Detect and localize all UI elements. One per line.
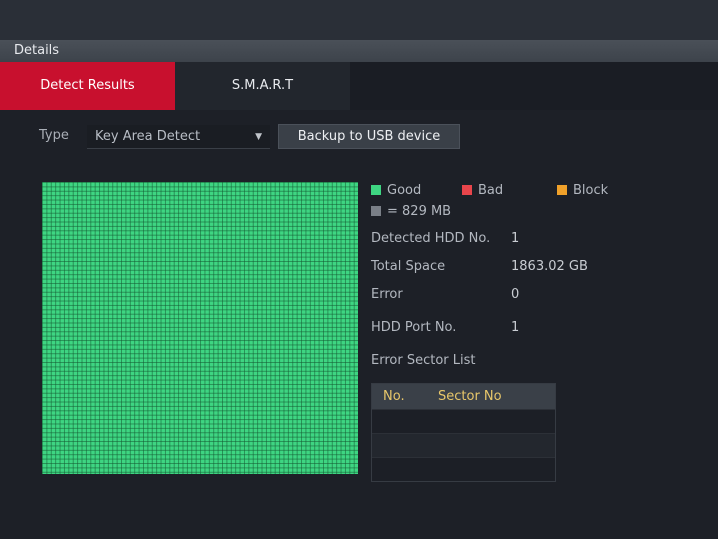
column-header-sector-no: Sector No — [438, 389, 502, 404]
top-strip — [0, 0, 718, 40]
table-row — [372, 433, 555, 457]
detected-hdd-value: 1 — [511, 231, 520, 246]
error-value: 0 — [511, 287, 520, 302]
chevron-down-icon: ▼ — [255, 132, 262, 142]
table-row — [372, 457, 555, 481]
good-swatch-icon — [371, 185, 381, 195]
total-space-value: 1863.02 GB — [511, 259, 588, 274]
legend-good-label: Good — [387, 183, 422, 198]
legend-unit-label: = 829 MB — [387, 204, 452, 219]
detected-hdd-label: Detected HDD No. — [371, 231, 491, 246]
panel-title: Details — [0, 40, 718, 62]
table-row — [372, 409, 555, 433]
legend-bad-label: Bad — [478, 183, 504, 198]
total-space-label: Total Space — [371, 259, 446, 274]
bad-swatch-icon — [462, 185, 472, 195]
table-header: No. Sector No — [372, 384, 555, 409]
type-dropdown[interactable]: Key Area Detect ▼ — [87, 125, 270, 149]
legend-block: Block — [557, 183, 608, 198]
tab-smart[interactable]: S.M.A.R.T — [175, 62, 350, 110]
backup-to-usb-button[interactable]: Backup to USB device — [278, 124, 460, 149]
disk-sector-grid — [42, 182, 358, 474]
type-dropdown-value: Key Area Detect — [95, 129, 201, 144]
hdd-port-value: 1 — [511, 320, 520, 335]
column-header-no: No. — [383, 389, 405, 404]
error-sector-list-title: Error Sector List — [371, 353, 476, 368]
legend-good: Good — [371, 183, 421, 198]
legend-unit: = 829 MB — [371, 204, 451, 219]
legend-bad: Bad — [462, 183, 503, 198]
hdd-port-label: HDD Port No. — [371, 320, 457, 335]
unit-swatch-icon — [371, 206, 381, 216]
tab-detect-results[interactable]: Detect Results — [0, 62, 175, 110]
tab-bar: Detect Results S.M.A.R.T — [0, 62, 718, 110]
block-swatch-icon — [557, 185, 567, 195]
legend-block-label: Block — [573, 183, 609, 198]
error-label: Error — [371, 287, 403, 302]
type-label: Type — [39, 128, 69, 143]
error-sector-table: No. Sector No — [371, 383, 556, 482]
